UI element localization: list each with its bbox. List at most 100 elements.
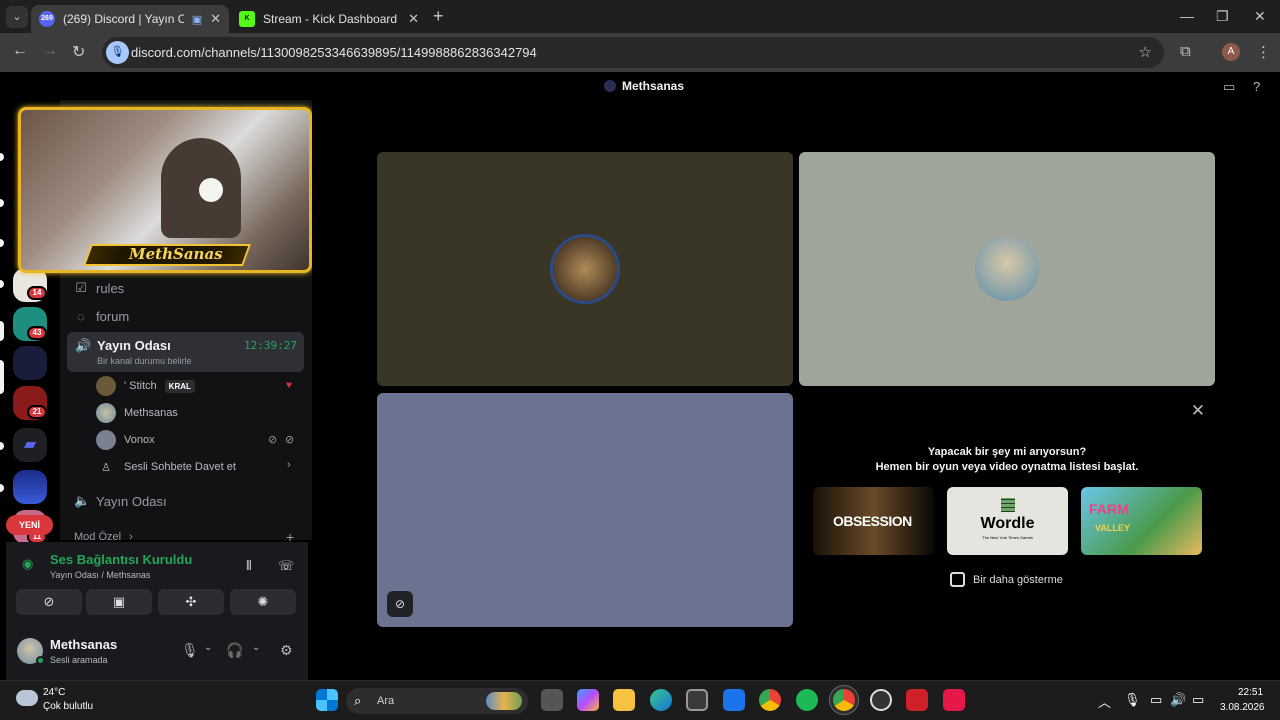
- taskbar-search[interactable]: ⌕ Ara: [346, 688, 528, 714]
- spotify-icon[interactable]: [796, 689, 818, 711]
- app-icon[interactable]: [943, 689, 965, 711]
- new-tab-icon[interactable]: +: [433, 6, 444, 27]
- folder-icon[interactable]: ▰: [13, 428, 47, 462]
- search-icon: ⌕: [354, 693, 362, 708]
- network-icon[interactable]: ▭: [1150, 692, 1162, 708]
- address-bar[interactable]: 🎙 discord.com/channels/11300982533466398…: [102, 37, 1164, 68]
- weather-status[interactable]: Çok bulutlu: [43, 701, 93, 712]
- volume-icon[interactable]: 🔊: [1170, 692, 1186, 708]
- activity-card-wordle[interactable]: Wordle The New York Times Games: [947, 487, 1068, 555]
- chrome-active-icon[interactable]: [833, 689, 855, 711]
- voice-user[interactable]: Methsanas: [96, 402, 178, 424]
- unread-indicator: [0, 199, 4, 207]
- mic-icon[interactable]: 🎙: [106, 41, 129, 64]
- help-icon[interactable]: ?: [1253, 79, 1260, 94]
- dont-show-again[interactable]: Bir daha gösterme: [950, 572, 1063, 587]
- copilot-icon[interactable]: [577, 689, 599, 711]
- channel-forum[interactable]: ◌ forum: [74, 309, 129, 324]
- voice-user[interactable]: ' Stitch KRAL: [96, 375, 195, 397]
- mic-tray-icon[interactable]: 🎙: [1124, 692, 1141, 708]
- mic-muted-icon: ⊘: [268, 434, 278, 446]
- outlook-icon[interactable]: [723, 689, 745, 711]
- tab-search-chevron-icon[interactable]: ⌄: [6, 6, 28, 28]
- activity-card-obsession[interactable]: OBSESSION: [813, 487, 934, 555]
- participant-tile[interactable]: [377, 152, 793, 386]
- wordle-grid-icon: [1001, 498, 1015, 512]
- card-subtitle: The New York Times Games: [982, 535, 1033, 540]
- invite-to-voice[interactable]: ♙ Sesli Sohbete Davet et: [96, 456, 236, 478]
- chevron-down-icon[interactable]: ⌄: [204, 642, 212, 653]
- voice-channel-active[interactable]: 🔊 Yayın Odası Bir kanal durumu belirle 1…: [67, 332, 304, 372]
- weather-temp[interactable]: 24°C: [43, 687, 65, 698]
- channel-rules[interactable]: ☑ rules: [74, 280, 124, 296]
- file-explorer-icon[interactable]: [613, 689, 635, 711]
- signal-icon[interactable]: ◉: [22, 556, 33, 572]
- camera-off-button[interactable]: ⊘: [16, 589, 82, 615]
- soundboard-button[interactable]: ✺: [230, 589, 296, 615]
- speaker-icon: 🔊: [75, 338, 92, 353]
- close-window-icon[interactable]: ✕: [1254, 8, 1266, 25]
- cloud-icon[interactable]: [16, 690, 38, 706]
- inbox-icon[interactable]: ▭: [1223, 79, 1235, 95]
- settings-gear-icon[interactable]: ⚙: [280, 642, 293, 659]
- mention-badge: 21: [27, 405, 47, 419]
- participant-tile[interactable]: ⊘: [377, 393, 793, 627]
- avatar: [975, 237, 1039, 301]
- close-icon[interactable]: ✕: [1191, 401, 1205, 421]
- task-view-icon[interactable]: [541, 689, 563, 711]
- battery-icon[interactable]: ▭: [1192, 692, 1204, 708]
- url-text[interactable]: discord.com/channels/1130098253346639895…: [131, 45, 537, 60]
- profile-avatar[interactable]: A: [1222, 43, 1240, 61]
- minimize-icon[interactable]: —: [1180, 8, 1194, 24]
- back-icon[interactable]: ←: [12, 42, 28, 60]
- app-icon[interactable]: [906, 689, 928, 711]
- avatar: [96, 376, 116, 396]
- server-icon[interactable]: [13, 470, 47, 504]
- disconnect-icon[interactable]: ☏: [278, 558, 294, 574]
- clock-time[interactable]: 22:51: [1238, 687, 1263, 698]
- tab-close-icon[interactable]: ✕: [210, 11, 221, 27]
- bookmark-star-icon[interactable]: ☆: [1139, 43, 1152, 61]
- noise-suppression-icon[interactable]: ⦀: [246, 558, 252, 574]
- store-icon[interactable]: [686, 689, 708, 711]
- speaker-icon: 🔈: [74, 493, 91, 508]
- chevron-down-icon[interactable]: ⌄: [252, 642, 260, 653]
- restore-icon[interactable]: ❐: [1216, 8, 1229, 25]
- start-icon[interactable]: [316, 689, 338, 711]
- connection-location[interactable]: Yayın Odası / Methsanas: [50, 570, 150, 580]
- server-title: Methsanas: [604, 79, 684, 93]
- channel-label: rules: [96, 280, 125, 296]
- server-icon[interactable]: [13, 346, 47, 380]
- tab-close-icon[interactable]: ✕: [408, 11, 419, 27]
- user-area[interactable]: Methsanas Sesli aramada 🎙 ⌄ 🎧 ⌄ ⚙: [14, 634, 308, 674]
- clock-date[interactable]: 3.08.2026: [1220, 702, 1265, 713]
- edge-icon[interactable]: [650, 689, 672, 711]
- activities-button[interactable]: ✣: [158, 589, 224, 615]
- tab-discord[interactable]: 269 (269) Discord | Yayın Odası | ▣ ✕: [31, 5, 229, 33]
- search-highlight-image: [486, 692, 522, 710]
- participant-tile[interactable]: [799, 152, 1215, 386]
- forward-icon[interactable]: →: [42, 42, 58, 60]
- tray-chevron-icon[interactable]: ︿: [1098, 692, 1111, 711]
- menu-kebab-icon[interactable]: ⋮: [1256, 43, 1271, 61]
- mic-icon[interactable]: 🎙: [181, 642, 199, 659]
- checkbox[interactable]: [950, 572, 965, 587]
- avatar: [553, 237, 617, 301]
- tab-kick[interactable]: K Stream - Kick Dashboard ✕: [231, 5, 427, 33]
- screen-share-button[interactable]: ▣: [86, 589, 152, 615]
- screen-share-icon: ▣: [191, 13, 203, 26]
- unread-indicator: [0, 484, 4, 492]
- reload-icon[interactable]: ↻: [72, 42, 85, 62]
- connection-status: Ses Bağlantısı Kuruldu: [50, 552, 193, 567]
- voice-user[interactable]: Vonox: [96, 429, 155, 451]
- chrome-icon[interactable]: [759, 689, 781, 711]
- activity-panel: ✕ Yapacak bir şey mi arıyorsun? Hemen bi…: [799, 393, 1215, 627]
- channel-status[interactable]: Bir kanal durumu belirle: [97, 356, 192, 366]
- headphones-icon[interactable]: 🎧: [226, 642, 243, 659]
- obs-icon[interactable]: [870, 689, 892, 711]
- voice-channel[interactable]: 🔈 Yayın Odası: [74, 493, 167, 509]
- activity-card-farm[interactable]: FARM VALLEY: [1081, 487, 1202, 555]
- mug-image: [199, 178, 223, 202]
- unread-indicator: [0, 239, 4, 247]
- extensions-icon[interactable]: ⧉: [1180, 43, 1191, 60]
